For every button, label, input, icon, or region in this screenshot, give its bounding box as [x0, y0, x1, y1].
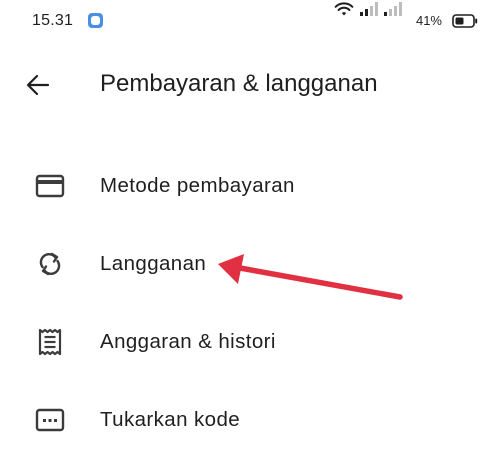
credit-card-icon [34, 170, 66, 202]
menu-item-subscriptions[interactable]: Langganan [0, 228, 500, 298]
menu-item-label: Tukarkan kode [100, 408, 241, 431]
menu-item-budget-history[interactable]: Anggaran & histori [0, 306, 500, 376]
menu-item-payment-methods[interactable]: Metode pembayaran [0, 150, 500, 220]
page-title: Pembayaran & langganan [100, 70, 378, 97]
menu-item-label: Anggaran & histori [100, 330, 276, 353]
app-notification-icon [88, 13, 103, 28]
battery-icon [452, 14, 478, 33]
wifi-icon [334, 1, 354, 22]
battery-percent: 41% [415, 13, 442, 28]
redeem-code-icon [34, 404, 66, 436]
menu-item-redeem-code[interactable]: Tukarkan kode [0, 384, 500, 454]
signal-icon [360, 2, 378, 21]
app-bar: Pembayaran & langganan [0, 54, 500, 114]
menu-item-label: Metode pembayaran [100, 174, 295, 197]
menu-item-label: Langganan [100, 252, 207, 275]
sync-icon [34, 248, 66, 280]
status-time: 15.31 [32, 12, 74, 29]
status-bar: 15.31 41% [0, 0, 500, 44]
arrow-left-icon[interactable] [24, 71, 52, 99]
receipt-icon [34, 326, 66, 358]
signal-icon [384, 2, 402, 21]
